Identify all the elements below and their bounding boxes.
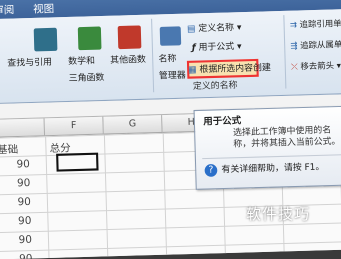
tooltip-title: 用于公式	[203, 116, 242, 128]
ribbon-separator	[151, 18, 155, 93]
define-name-icon: ▤	[186, 23, 196, 35]
lookup-book-icon	[33, 27, 58, 52]
remove-arrows-icon: ⤫	[290, 61, 298, 72]
use-in-formula-tooltip: 用于公式 选择此工作簿中使用的名称，并将其插入当前公式。 ? 有关详细帮助，请按 …	[193, 105, 341, 190]
ribbon-separator-2	[283, 15, 287, 89]
math-button[interactable]: 数学和 三角函数	[68, 54, 104, 84]
defined-names-group-label: 定义的名称	[192, 80, 238, 93]
ribbon: 查找与引用 数学和 三角函数 其他函数 名称 管理器 ▤ 定义名称 ▾ ƒ 用于…	[0, 9, 341, 105]
fx-icon: ƒ	[191, 42, 196, 54]
name-manager-icon	[159, 26, 182, 46]
cell-score[interactable]: 90	[19, 253, 33, 259]
math-book-icon	[77, 26, 102, 51]
trace-dep-icon: ⇶	[290, 40, 298, 51]
column-header-g[interactable]: G	[103, 115, 163, 135]
create-icon: ▦	[188, 64, 197, 76]
lookup-button[interactable]: 查找与引用	[7, 55, 52, 69]
column-header-left	[0, 118, 46, 138]
watermark: 软件技巧	[246, 205, 311, 223]
remove-arrows-button[interactable]: ⤫ 移去箭头 ▾	[291, 60, 341, 73]
cell-score[interactable]: 90	[17, 178, 31, 190]
trace-dependents-button[interactable]: ⇶ 追踪从属单	[290, 39, 341, 52]
tab-view[interactable]: 视图	[33, 0, 54, 16]
tooltip-help: ? 有关详细帮助，请按 F1。	[204, 160, 324, 177]
create-from-selection-button[interactable]: ▦ 根据所选内容创建	[188, 61, 271, 76]
other-functions-book-icon	[117, 25, 142, 50]
use-in-formula-button[interactable]: ƒ 用于公式 ▾	[192, 39, 242, 53]
tab-review[interactable]: 审阅	[0, 1, 14, 17]
cell-basic-header[interactable]: 基础	[0, 140, 18, 156]
name-manager-button[interactable]: 名称 管理器	[158, 51, 186, 82]
cell-score[interactable]: 90	[17, 197, 31, 209]
tooltip-body: 选择此工作簿中使用的名称，并将其插入当前公式。	[232, 125, 341, 150]
trace-precedents-button[interactable]: ⇉ 追踪引用单	[290, 18, 341, 31]
cell-score[interactable]: 90	[16, 159, 30, 171]
help-icon: ?	[204, 163, 218, 177]
cell-score[interactable]: 90	[18, 234, 32, 246]
tooltip-divider	[202, 154, 341, 160]
other-functions-button[interactable]: 其他函数	[110, 53, 146, 66]
column-header-f[interactable]: F	[44, 116, 104, 137]
cell-score[interactable]: 90	[18, 215, 32, 227]
active-cell[interactable]	[56, 152, 99, 172]
define-name-button[interactable]: ▤ 定义名称 ▾	[186, 20, 242, 35]
trace-icon: ⇉	[289, 19, 298, 30]
